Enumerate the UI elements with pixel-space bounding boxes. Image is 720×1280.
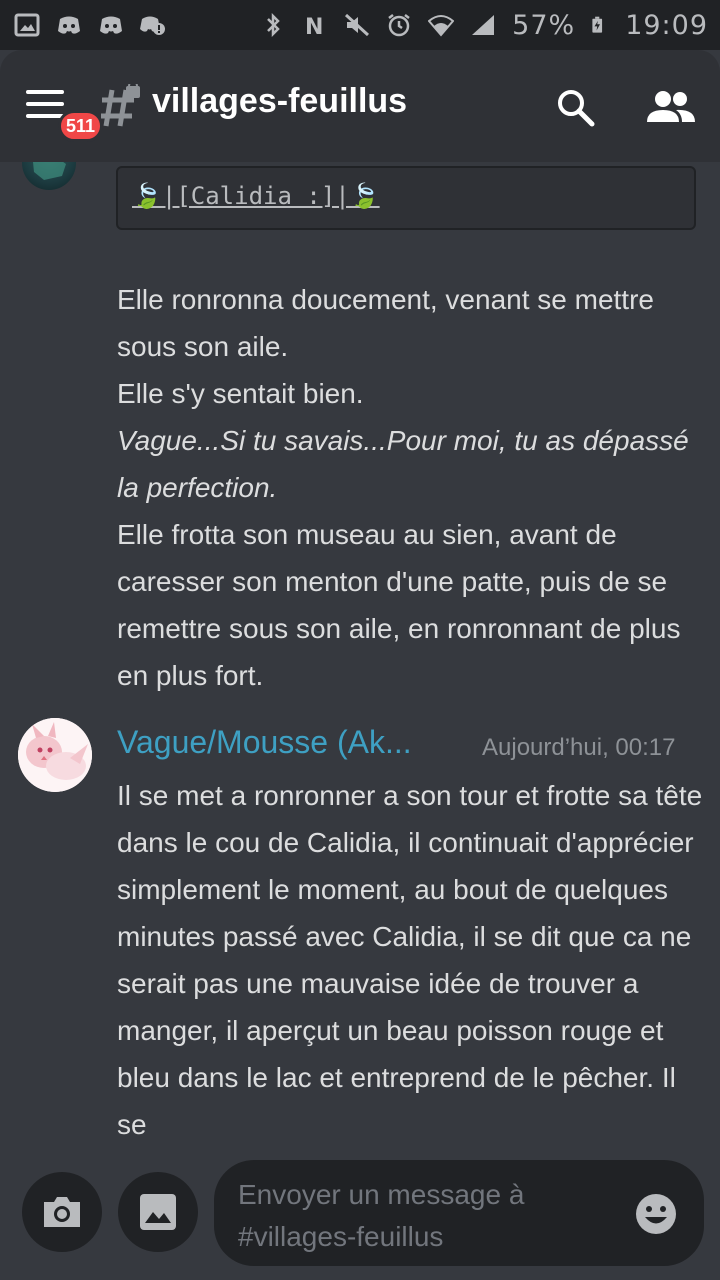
search-icon[interactable] [554, 86, 596, 128]
message-line: Elle frotta son museau au sien, avant de… [117, 519, 681, 691]
nfc-icon: N [305, 15, 323, 37]
message-timestamp: Aujourd’hui, 00:17 [482, 734, 676, 761]
avatar-image [33, 162, 66, 180]
hamburger-icon-line [26, 102, 64, 106]
discord-icon [58, 16, 80, 34]
battery-charging-icon [592, 16, 603, 33]
emoji-icon[interactable] [634, 1192, 678, 1236]
gallery-button[interactable] [118, 1172, 198, 1252]
discord-icon [100, 16, 122, 34]
message-author[interactable]: Vague/Mousse (Ak... [117, 724, 412, 761]
locked-hash-icon [101, 84, 140, 127]
members-icon[interactable] [646, 88, 696, 128]
alarm-icon [388, 14, 410, 37]
message-content: Elle ronronna doucement, venant se mettr… [117, 276, 707, 699]
bluetooth-icon [267, 13, 280, 37]
hamburger-icon [26, 90, 64, 94]
message-line: Il se met a ronronner a son tour et frot… [117, 780, 703, 1140]
wifi-icon [428, 15, 455, 37]
hamburger-icon-line [26, 114, 64, 118]
avatar[interactable] [18, 718, 92, 792]
avatar[interactable] [22, 162, 76, 190]
channel-title: villages-feuillus [152, 82, 408, 120]
message-line-italic: Vague...Si tu savais...Pour moi, tu as d… [117, 425, 689, 503]
status-bar-right: N 57% 19:09 [260, 10, 708, 41]
status-bar-left [14, 13, 166, 37]
clock: 19:09 [625, 9, 708, 41]
message-line: Elle s'y sentait bien. [117, 378, 364, 409]
mute-icon [345, 13, 370, 37]
discord-alert-icon [140, 16, 165, 35]
battery-percent: 57% [512, 9, 576, 41]
svg-text:N: N [305, 15, 323, 37]
channel-header: 511 villages-feuillus [0, 50, 720, 162]
message-line: Elle ronronna doucement, venant se mettr… [117, 284, 654, 362]
message-composer: Envoyer un message à #villages-feuillus [0, 1160, 720, 1280]
notification-badge: 511 [58, 110, 104, 142]
code-block: 🍃|[Calidia :]|🍃 [116, 166, 696, 230]
image-icon [140, 1194, 176, 1230]
message-input-placeholder[interactable]: Envoyer un message à #villages-feuillus [238, 1174, 598, 1258]
gallery-icon [14, 13, 40, 37]
status-bar: N 57% 19:09 [0, 0, 720, 50]
camera-icon [44, 1197, 80, 1227]
message-list[interactable]: 🍃|[Calidia :]|🍃 Elle ronronna doucement,… [0, 162, 720, 1160]
bird-avatar-image [18, 718, 92, 792]
message-content: Il se met a ronronner a son tour et frot… [117, 772, 707, 1148]
code-block-text: 🍃|[Calidia :]|🍃 [132, 182, 380, 210]
signal-icon [472, 15, 495, 35]
camera-button[interactable] [22, 1172, 102, 1252]
